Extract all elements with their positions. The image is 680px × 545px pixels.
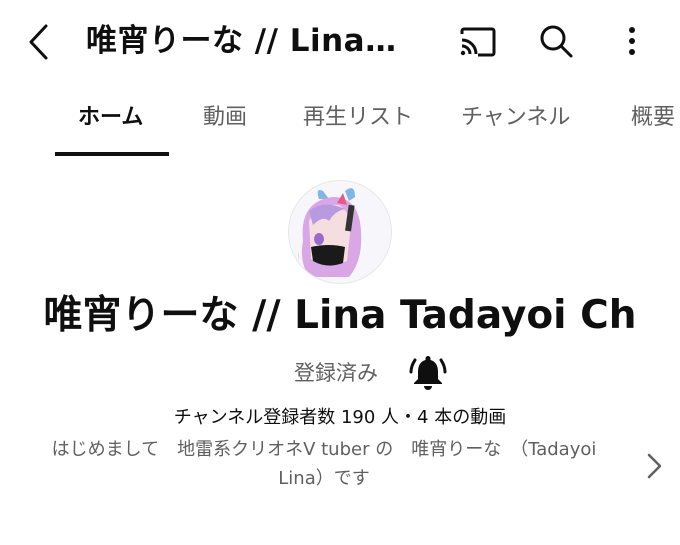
tab-videos[interactable]: 動画 xyxy=(203,100,247,136)
search-icon[interactable] xyxy=(534,20,578,64)
subscribe-label: 登録済み xyxy=(294,361,378,385)
channel-tabs: ホーム 動画 再生リスト チャンネル 概要 xyxy=(0,88,680,158)
chevron-right-icon[interactable] xyxy=(640,448,668,484)
subscribed-button[interactable]: 登録済み xyxy=(286,350,456,396)
header-title: 唯宵りーな // Lina… xyxy=(86,23,397,59)
tab-playlists[interactable]: 再生リスト xyxy=(303,100,413,136)
notification-bell-icon[interactable] xyxy=(408,352,448,392)
channel-stats: チャンネル登録者数 190 人・4 本の動画 xyxy=(173,407,507,428)
cast-icon[interactable] xyxy=(456,20,500,64)
channel-name: 唯宵りーな // Lina Tadayoi Ch xyxy=(43,293,637,338)
back-arrow-icon[interactable] xyxy=(22,20,62,64)
active-tab-indicator xyxy=(55,152,169,156)
tab-home[interactable]: ホーム xyxy=(78,100,143,136)
description-line-1: はじめまして 地雷系クリオネV tuber の 唯宵りーな （Tadayoi xyxy=(51,439,597,460)
channel-avatar[interactable] xyxy=(288,180,392,284)
more-vert-icon[interactable] xyxy=(610,20,654,64)
tab-about[interactable]: 概要 xyxy=(631,100,675,136)
description-line-2: Lina）です xyxy=(278,468,370,489)
channel-description[interactable]: はじめまして 地雷系クリオネV tuber の 唯宵りーな （Tadayoi L… xyxy=(14,435,634,493)
tab-channels[interactable]: チャンネル xyxy=(461,100,570,136)
top-app-bar: 唯宵りーな // Lina… xyxy=(0,0,680,84)
